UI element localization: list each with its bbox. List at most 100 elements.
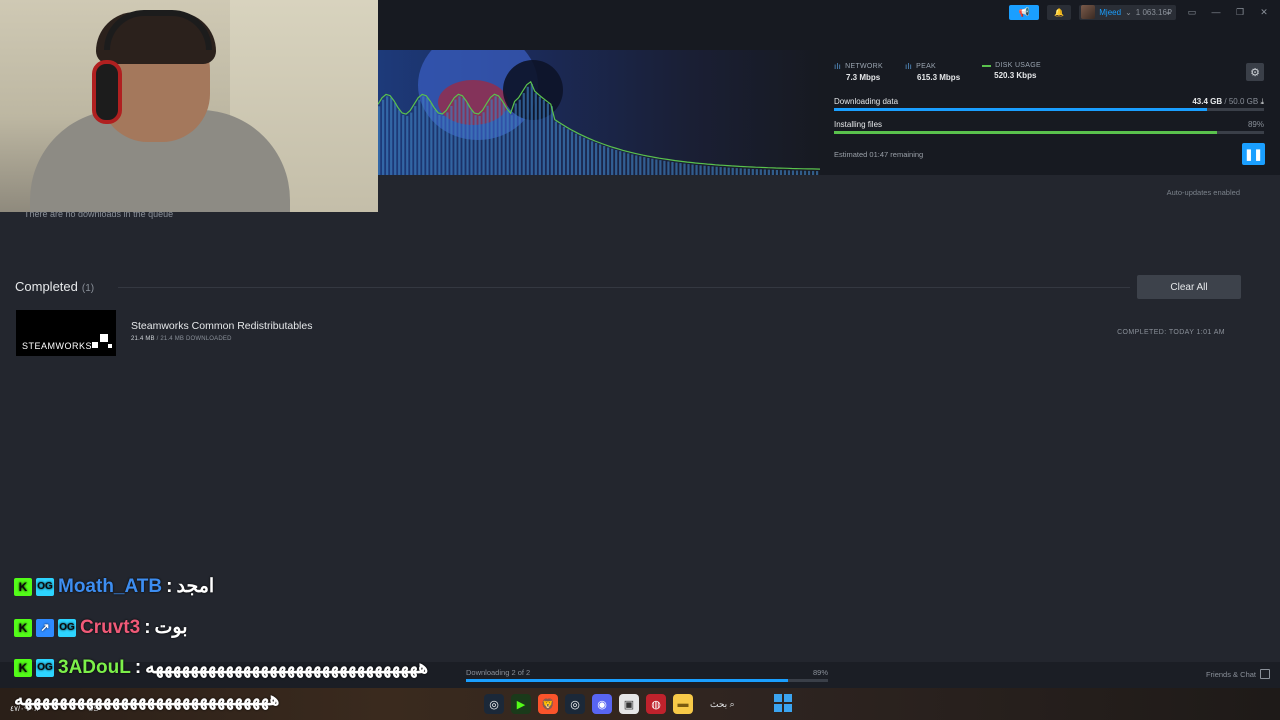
- announcements-button[interactable]: 📢: [1009, 4, 1040, 20]
- avatar: [1081, 5, 1096, 19]
- network-bar: [599, 144, 602, 175]
- network-bar: [494, 96, 497, 175]
- completed-item-title[interactable]: Steamworks Common Redistributables: [131, 320, 312, 332]
- network-bar: [458, 96, 461, 175]
- clear-all-button[interactable]: Clear All: [1137, 275, 1241, 299]
- network-bar: [462, 97, 465, 175]
- maximize-button[interactable]: ❐: [1232, 7, 1248, 18]
- network-bar: [474, 115, 477, 175]
- installing-label: Installing files: [834, 120, 883, 129]
- network-bar: [538, 96, 541, 175]
- network-bar: [562, 126, 566, 175]
- completed-item-thumbnail[interactable]: STEAMWORKS: [16, 310, 116, 356]
- network-bar: [731, 167, 734, 175]
- time-remaining: Estimated 01:47 remaining: [834, 150, 924, 159]
- download-hero: ılı NETWORK 7.3 Mbps ılı PEAK 615.3 Mbps D…: [378, 50, 1280, 175]
- status-progress-bar: [466, 679, 828, 682]
- network-bar: [518, 99, 521, 175]
- network-bar: [554, 121, 558, 175]
- network-bar: [775, 169, 779, 175]
- network-bar: [747, 168, 750, 175]
- pause-button[interactable]: ❚❚: [1242, 143, 1265, 165]
- minimize-button[interactable]: —: [1208, 7, 1224, 17]
- chat-text: هههههههههههههههههههههههههههههه: [14, 689, 280, 710]
- network-bar: [811, 170, 815, 175]
- network-bar: [594, 142, 598, 175]
- network-bar: [534, 93, 537, 175]
- installing-files-row: Installing files 89%: [834, 120, 1264, 134]
- status-downloading[interactable]: Downloading 2 of 2: [466, 668, 530, 677]
- network-bar: [542, 100, 545, 175]
- network-bar: [683, 163, 686, 175]
- network-bar: [799, 170, 803, 175]
- network-bar: [727, 167, 730, 175]
- network-bar: [398, 109, 401, 175]
- peak-value: 615.3 Mbps: [917, 73, 961, 82]
- network-bar: [643, 157, 646, 175]
- taskbar-search[interactable]: بحث ⌕: [700, 694, 745, 714]
- network-bar: [510, 115, 513, 175]
- windows-start-icon[interactable]: [774, 694, 792, 712]
- network-bar: [695, 164, 698, 175]
- bar-chart-icon: ılı: [905, 62, 913, 71]
- network-bar: [590, 141, 594, 175]
- account-menu[interactable]: Mjeed ⌄ 1 063.16₽: [1079, 4, 1176, 20]
- network-bar: [450, 105, 453, 175]
- og-badge-icon: OG: [36, 577, 54, 596]
- chat-username: Cruvt3: [80, 616, 141, 638]
- network-bar: [711, 166, 714, 175]
- brave-browser-icon[interactable]: 🦁: [538, 694, 558, 714]
- close-button[interactable]: ✕: [1256, 7, 1272, 18]
- download-settings-button[interactable]: ⚙: [1246, 63, 1264, 81]
- network-bar: [647, 157, 650, 175]
- network-bar: [570, 131, 574, 175]
- chevron-down-icon: ⌄: [1125, 7, 1132, 17]
- network-usage-graph: [378, 80, 820, 175]
- network-bar: [390, 97, 393, 175]
- chat-username: 3ADouL: [58, 656, 131, 678]
- bar-chart-icon: ılı: [834, 62, 842, 71]
- discord-icon[interactable]: ◉: [592, 694, 612, 714]
- network-bar: [639, 156, 642, 175]
- network-bar: [558, 124, 562, 175]
- gear-icon: ⚙: [1250, 66, 1260, 79]
- network-bar: [454, 99, 457, 175]
- completed-item-status: COMPLETED: TODAY 1:01 AM: [1117, 329, 1225, 336]
- network-bar: [771, 169, 774, 175]
- obs-icon[interactable]: ◍: [646, 694, 666, 714]
- network-bar: [442, 116, 445, 175]
- store-icon[interactable]: ▣: [619, 694, 639, 714]
- network-bar: [783, 170, 787, 175]
- account-name: Mjeed: [1099, 7, 1122, 17]
- network-bar: [687, 164, 690, 175]
- chat-message: K ↗ OG Cruvt3 : بوت: [14, 616, 188, 639]
- network-bar: [751, 168, 754, 175]
- network-value: 7.3 Mbps: [846, 73, 881, 82]
- steam-icon[interactable]: ◎: [565, 694, 585, 714]
- network-bar: [434, 109, 437, 175]
- network-bar: [550, 106, 553, 175]
- og-badge-icon: OG: [36, 658, 54, 677]
- notifications-button[interactable]: 🔔: [1047, 4, 1072, 20]
- kick-badge-icon: K: [14, 658, 32, 677]
- big-picture-icon[interactable]: ▭: [1184, 7, 1200, 18]
- network-bar: [578, 135, 582, 175]
- network-bar: [715, 166, 718, 175]
- folder-icon[interactable]: ▬: [673, 694, 693, 714]
- download-icon: ⤓: [1260, 97, 1264, 106]
- network-bar: [707, 166, 710, 175]
- peak-stat: ılı PEAK 615.3 Mbps: [905, 62, 961, 82]
- kick-app-icon[interactable]: ▶: [511, 694, 531, 714]
- network-bar: [438, 115, 441, 175]
- chat-text: بوت: [154, 617, 188, 638]
- steam-icon[interactable]: ◎: [484, 694, 504, 714]
- network-bar: [675, 162, 678, 175]
- chat-message: K OG Moath_ATB : امجد: [14, 575, 214, 598]
- friends-icon[interactable]: [1260, 669, 1270, 679]
- search-icon: ⌕: [729, 698, 735, 709]
- network-bar: [582, 137, 586, 175]
- network-bar: [759, 169, 762, 175]
- network-bar: [755, 169, 758, 175]
- network-bar: [627, 153, 630, 175]
- friends-chat-button[interactable]: Friends & Chat: [1206, 670, 1256, 679]
